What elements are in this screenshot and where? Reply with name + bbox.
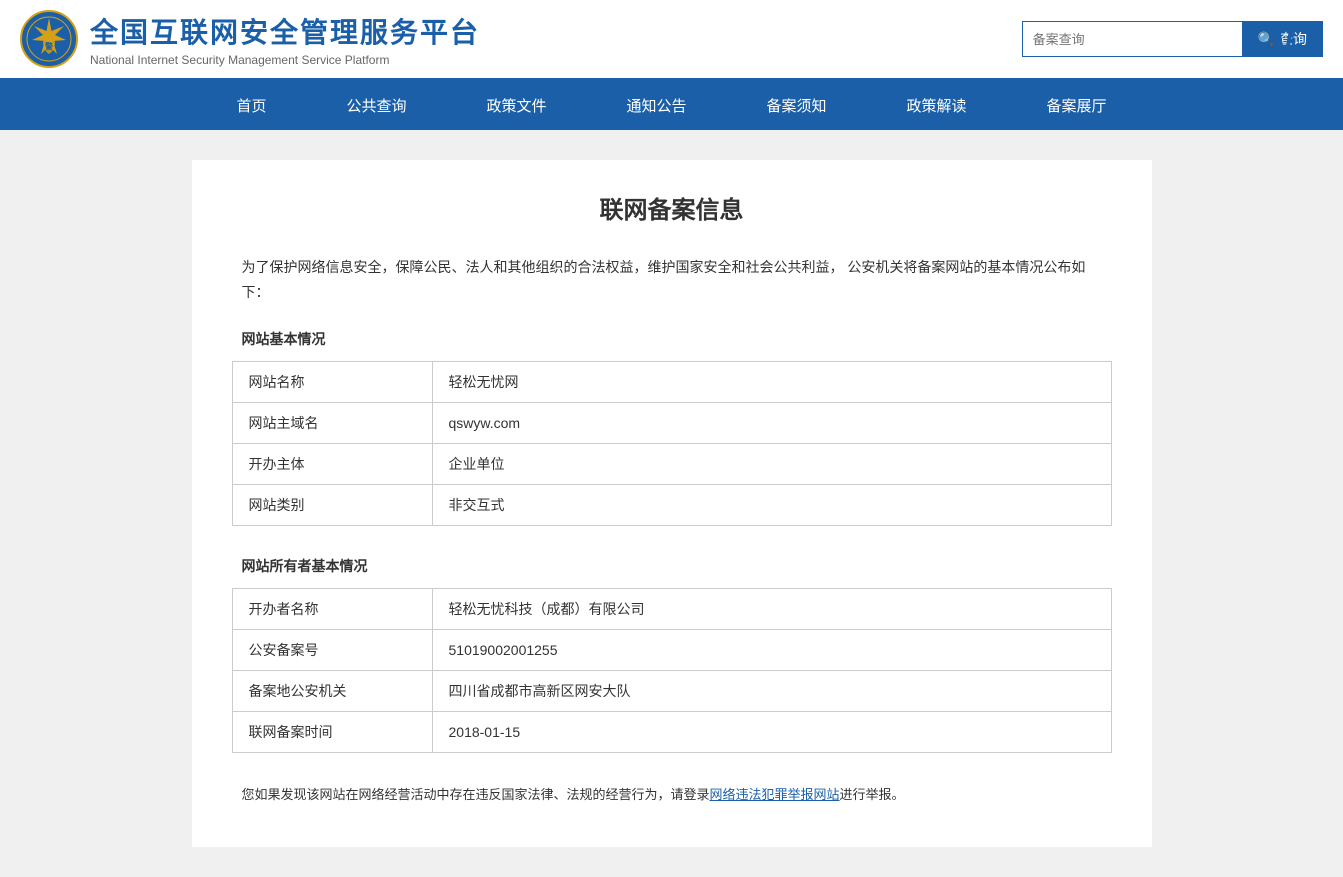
table-row: 网站名称轻松无忧网 [232, 362, 1111, 403]
table-label: 备案地公安机关 [232, 671, 432, 712]
report-website-link[interactable]: 网络违法犯罪举报网站 [710, 787, 840, 802]
owner-info-table: 开办者名称轻松无忧科技（成都）有限公司公安备案号51019002001255备案… [232, 588, 1112, 753]
nav-item-query[interactable]: 公共查询 [306, 81, 446, 130]
table-row: 开办者名称轻松无忧科技（成都）有限公司 [232, 589, 1111, 630]
main-nav: 首页 公共查询 政策文件 通知公告 备案须知 政策解读 备案展厅 [0, 81, 1343, 130]
logo-title: 全国互联网安全管理服务平台 [90, 11, 480, 51]
header: 警 全国互联网安全管理服务平台 National Internet Securi… [0, 0, 1343, 81]
nav-item-notice[interactable]: 通知公告 [586, 81, 726, 130]
table-row: 网站主域名qswyw.com [232, 403, 1111, 444]
table-value: 企业单位 [432, 444, 1111, 485]
logo-area: 警 全国互联网安全管理服务平台 National Internet Securi… [20, 10, 480, 68]
table-row: 联网备案时间2018-01-15 [232, 712, 1111, 753]
main-content: 联网备案信息 为了保护网络信息安全，保障公民、法人和其他组织的合法权益，维护国家… [192, 160, 1152, 847]
table-value: 2018-01-15 [432, 712, 1111, 753]
table-value: 51019002001255 [432, 630, 1111, 671]
table-value: 轻松无忧网 [432, 362, 1111, 403]
nav-item-policy[interactable]: 政策文件 [446, 81, 586, 130]
section1-title: 网站基本情况 [232, 329, 1112, 349]
page-title: 联网备案信息 [232, 190, 1112, 225]
table-label: 开办主体 [232, 444, 432, 485]
ai-badge: Ai [1265, 22, 1293, 54]
svg-text:警: 警 [44, 41, 53, 51]
table-row: 备案地公安机关四川省成都市高新区网安大队 [232, 671, 1111, 712]
table-label: 网站类别 [232, 485, 432, 526]
table-label: 公安备案号 [232, 630, 432, 671]
logo-subtitle: National Internet Security Management Se… [90, 53, 480, 67]
table-value: 四川省成都市高新区网安大队 [432, 671, 1111, 712]
police-emblem-icon: 警 [20, 10, 78, 68]
table-row: 开办主体企业单位 [232, 444, 1111, 485]
table-label: 网站名称 [232, 362, 432, 403]
intro-text: 为了保护网络信息安全，保障公民、法人和其他组织的合法权益，维护国家安全和社会公共… [232, 255, 1112, 305]
table-value: qswyw.com [432, 403, 1111, 444]
table-label: 开办者名称 [232, 589, 432, 630]
nav-item-showcase[interactable]: 备案展厅 [1007, 81, 1147, 130]
table-value: 非交互式 [432, 485, 1111, 526]
footer-text-after: 进行举报。 [840, 787, 905, 802]
nav-item-interpretation[interactable]: 政策解读 [867, 81, 1007, 130]
footer-text-before: 您如果发现该网站在网络经营活动中存在违反国家法律、法规的经营行为，请登录 [242, 787, 710, 802]
search-input[interactable] [1022, 21, 1242, 57]
nav-item-registration[interactable]: 备案须知 [727, 81, 867, 130]
table-label: 网站主域名 [232, 403, 432, 444]
table-row: 网站类别非交互式 [232, 485, 1111, 526]
section2-title: 网站所有者基本情况 [232, 556, 1112, 576]
site-info-table: 网站名称轻松无忧网网站主域名qswyw.com开办主体企业单位网站类别非交互式 [232, 361, 1112, 526]
logo-text-area: 全国互联网安全管理服务平台 National Internet Security… [90, 11, 480, 67]
table-label: 联网备案时间 [232, 712, 432, 753]
table-value: 轻松无忧科技（成都）有限公司 [432, 589, 1111, 630]
nav-item-home[interactable]: 首页 [196, 81, 306, 130]
footer-text: 您如果发现该网站在网络经营活动中存在违反国家法律、法规的经营行为，请登录网络违法… [232, 783, 1112, 806]
table-row: 公安备案号51019002001255 [232, 630, 1111, 671]
